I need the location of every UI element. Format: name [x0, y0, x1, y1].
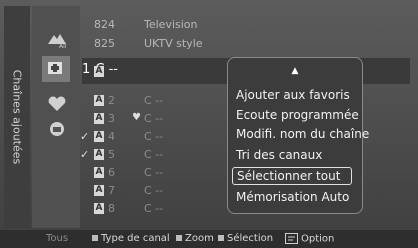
- check-mark: ✓: [80, 148, 90, 161]
- channel-number: 6: [108, 166, 115, 179]
- channel-number: 4: [108, 130, 115, 143]
- footer-tous[interactable]: Tous: [46, 233, 68, 244]
- channel-name: C --: [144, 130, 164, 143]
- channel-name: C --: [144, 166, 164, 179]
- antenna-badge: A: [94, 167, 104, 178]
- footer-label: Type de canal: [101, 233, 170, 244]
- favorite-heart-icon: ♥: [132, 112, 141, 123]
- footer-selection[interactable]: Sélection: [218, 233, 273, 244]
- antenna-badge: A: [94, 95, 104, 106]
- antenna-badge: A: [94, 203, 104, 214]
- menu-item-ajouter-favoris[interactable]: Ajouter aux favoris: [236, 88, 350, 102]
- footer-option[interactable]: Option: [285, 233, 334, 245]
- antenna-badge: A: [94, 66, 104, 77]
- channel-number: 825: [94, 37, 115, 50]
- footer-label: Zoom: [185, 233, 214, 244]
- channel-number: 1: [82, 62, 91, 77]
- favorites-icon[interactable]: [44, 94, 70, 114]
- channel-number: 824: [94, 18, 115, 31]
- channel-number: 5: [108, 148, 115, 161]
- footer-type-de-canal[interactable]: Type de canal: [92, 233, 170, 244]
- channel-name: C --: [144, 184, 164, 197]
- channel-name: C --: [144, 148, 164, 161]
- options-popup-menu: ▲ Ajouter aux favoris Ecoute programmée …: [227, 57, 369, 214]
- channel-number: 2: [108, 94, 115, 107]
- footer-label: Option: [301, 233, 335, 245]
- check-mark: ✓: [80, 130, 90, 143]
- side-title: Chaînes ajoutées: [10, 69, 24, 165]
- svg-text:All: All: [59, 43, 67, 50]
- channel-name: C --: [144, 112, 164, 125]
- footer-label: Sélection: [227, 233, 274, 244]
- channel-number: 3: [108, 112, 115, 125]
- color-key-icon: [92, 235, 98, 241]
- footer-help-bar: Tous Type de canal Zoom Sélection Option: [0, 230, 418, 248]
- antenna-badge: A: [94, 113, 104, 124]
- channel-name: C --: [144, 202, 164, 215]
- channel-number: 8: [108, 202, 115, 215]
- channel-number: 7: [108, 184, 115, 197]
- color-key-icon: [176, 235, 182, 241]
- channel-name: Television: [144, 18, 198, 31]
- antenna-badge: A: [94, 131, 104, 142]
- side-title-tab: Chaînes ajoutées: [4, 6, 30, 228]
- footer-zoom[interactable]: Zoom: [176, 233, 214, 244]
- tools-icon: [285, 233, 298, 244]
- channel-name: C --: [144, 94, 164, 107]
- menu-item-modifier-nom[interactable]: Modifi. nom du chaîne: [236, 127, 369, 141]
- tv-screen: Chaînes ajoutées All 824 Television 825 …: [0, 0, 418, 248]
- menu-item-ecoute-programmee[interactable]: Ecoute programmée: [236, 108, 359, 122]
- all-channels-icon[interactable]: All: [44, 30, 70, 50]
- color-key-icon: [218, 235, 224, 241]
- menu-item-selectionner-tout[interactable]: Sélectionner tout: [232, 167, 352, 185]
- added-channels-icon[interactable]: [42, 56, 70, 82]
- channel-name: UKTV style: [144, 37, 203, 50]
- antenna-badge: A: [94, 149, 104, 160]
- mode-icon-column: All: [32, 6, 80, 228]
- menu-item-memorisation-auto[interactable]: Mémorisation Auto: [236, 190, 349, 204]
- antenna-badge: A: [94, 185, 104, 196]
- menu-item-tri-canaux[interactable]: Tri des canaux: [236, 148, 322, 162]
- locked-icon[interactable]: [44, 118, 70, 138]
- scroll-up-arrow-icon[interactable]: ▲: [228, 66, 362, 76]
